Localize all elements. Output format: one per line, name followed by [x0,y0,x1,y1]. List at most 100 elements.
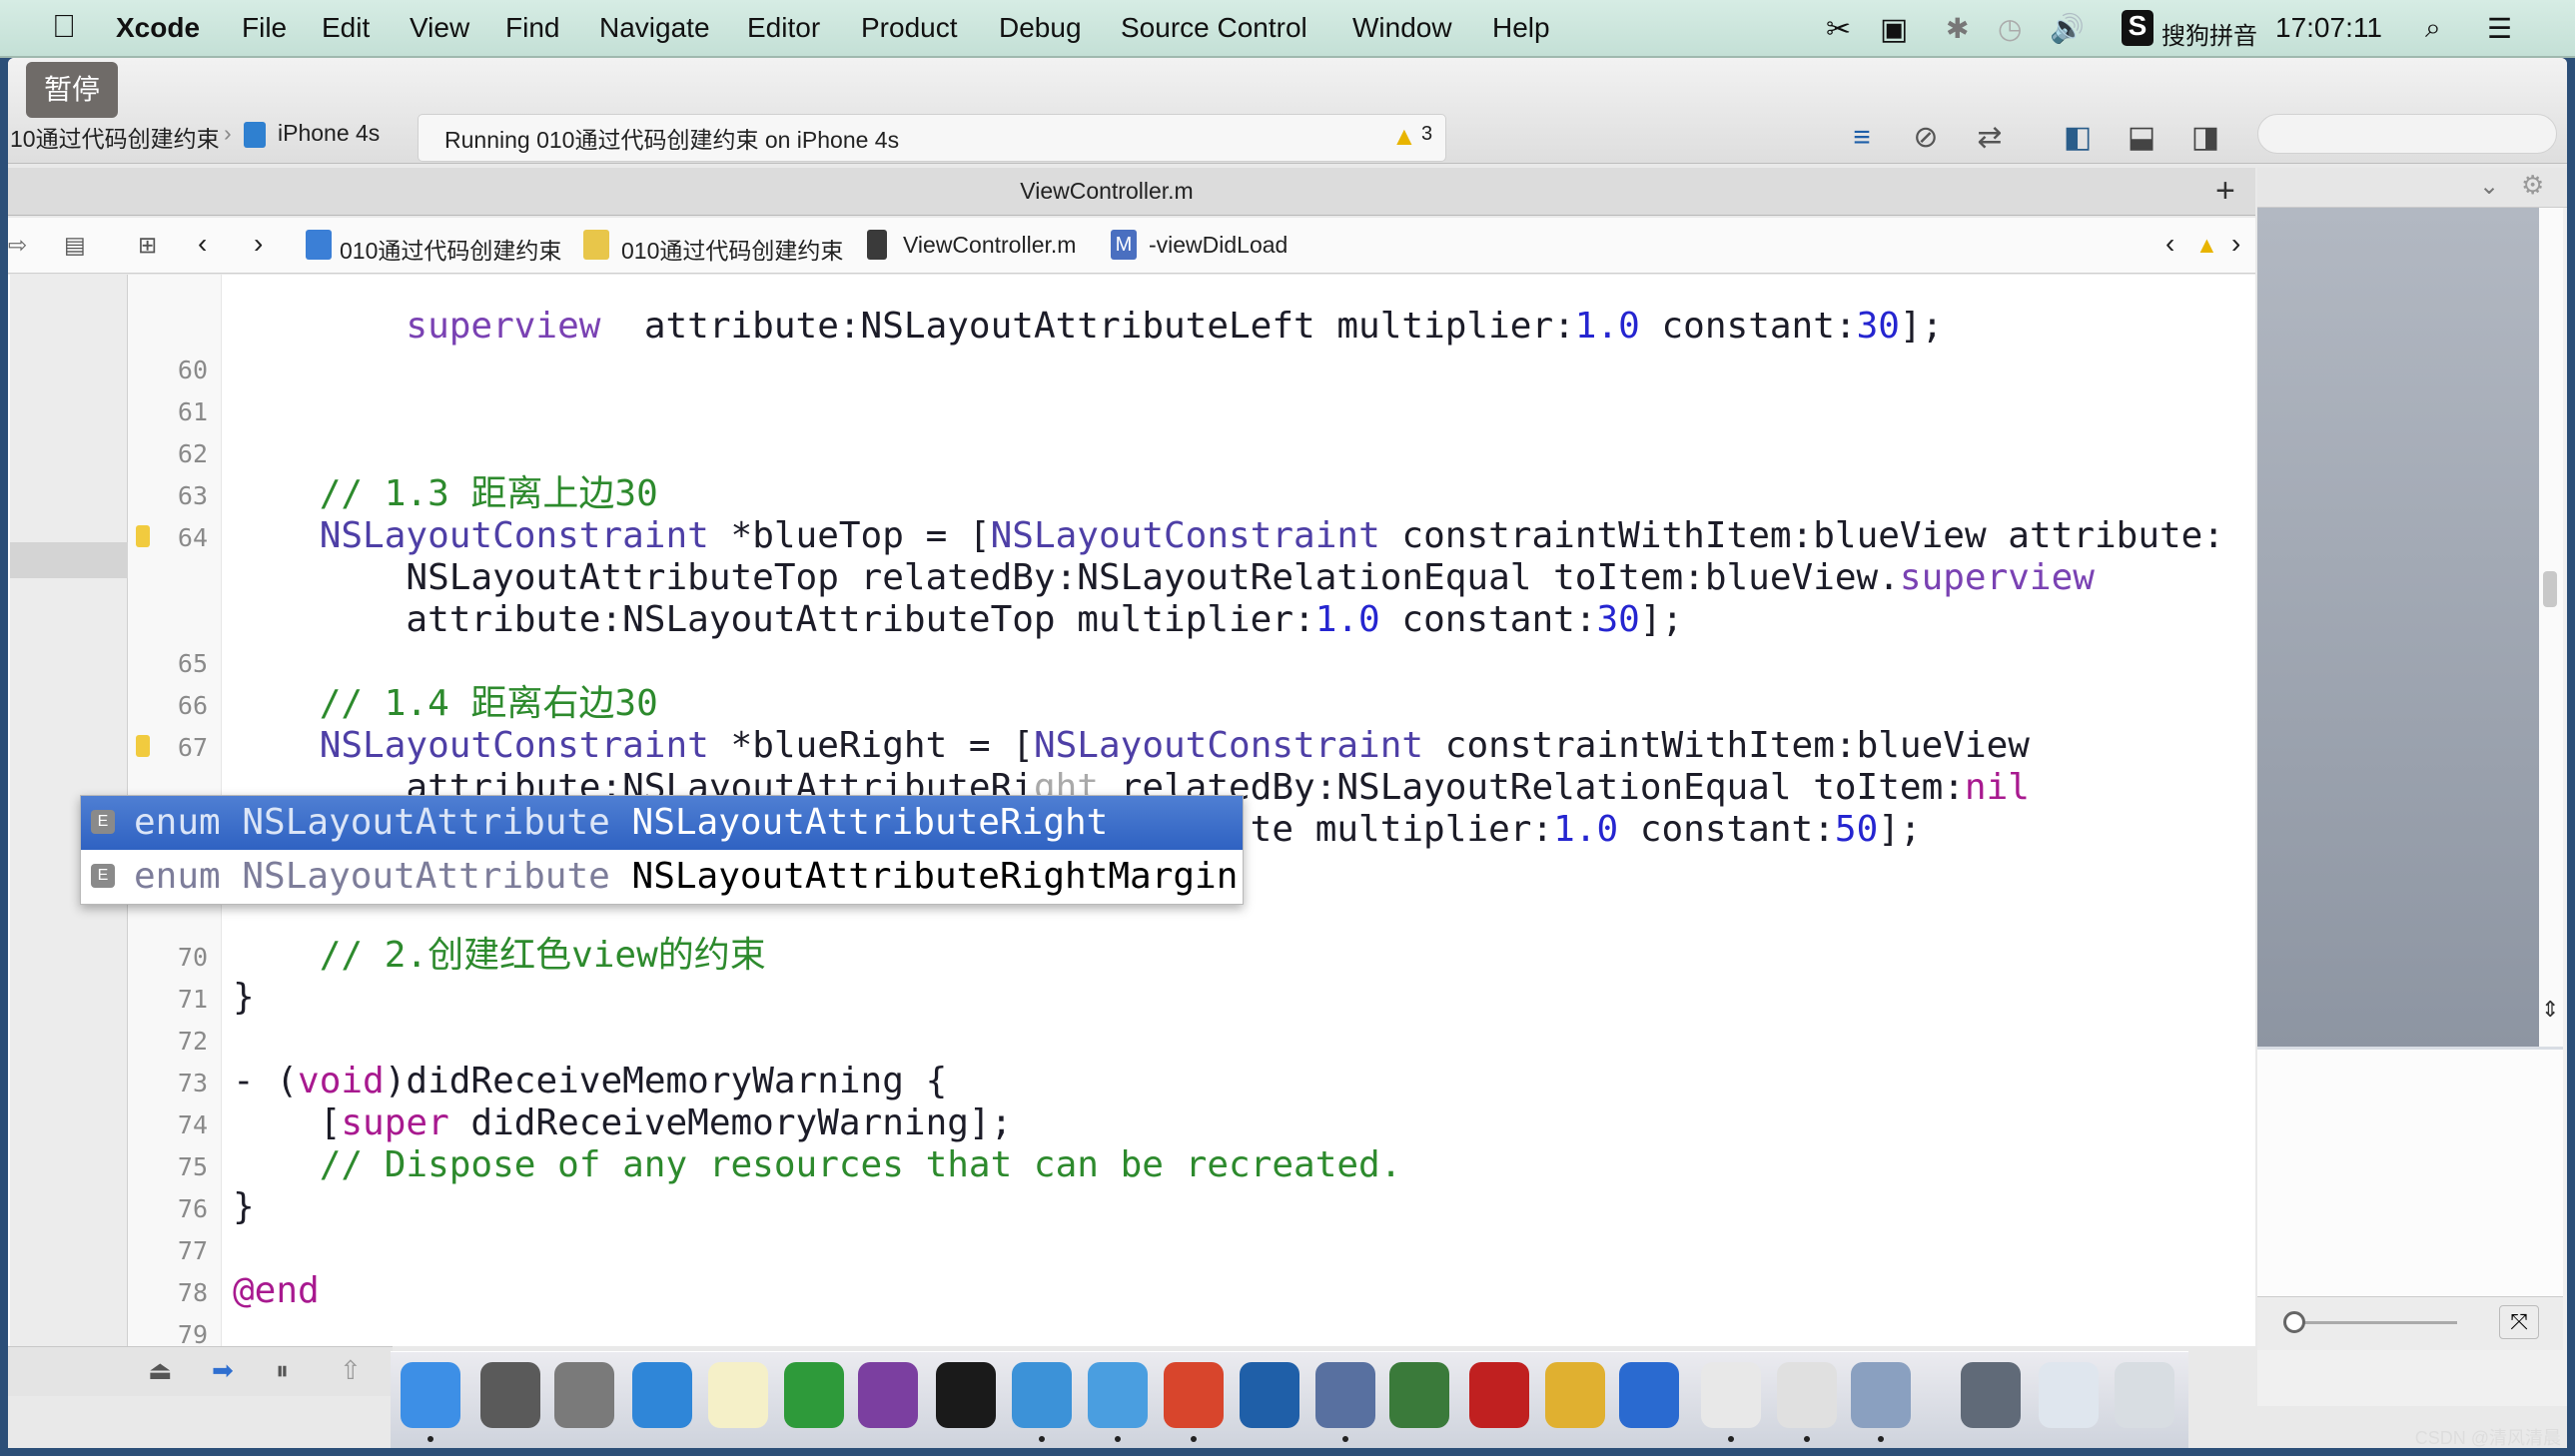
menu-xcode[interactable]: Xcode [116,12,200,44]
code-line[interactable]: 62 [8,431,2255,473]
code-line[interactable]: 65 [8,641,2255,683]
fit-to-screen-icon[interactable]: ⤧ [2499,1305,2539,1339]
utilities-toggle-icon[interactable]: ◨ [2179,118,2231,158]
related-items-icon[interactable]: ⇨ [8,232,27,259]
gear-icon[interactable]: ⚙ [2521,170,2544,201]
code-line[interactable]: 60 [8,348,2255,389]
resize-handle-icon[interactable]: ⇕ [2541,997,2559,1023]
breakpoints-toggle-icon[interactable]: ➡ [212,1355,234,1386]
library-search-input[interactable] [2257,114,2557,154]
menu-view[interactable]: View [410,12,469,44]
chevron-down-icon[interactable]: ⌄ [2479,172,2499,201]
warning-marker-icon[interactable] [136,735,150,757]
menu-file[interactable]: File [242,12,287,44]
screen-record-icon[interactable]: ▣ [1880,12,1908,47]
grid-icon[interactable]: ⊞ [138,232,157,259]
document-icon[interactable] [1777,1362,1837,1428]
word-icon[interactable] [1619,1362,1679,1428]
code-line[interactable]: 77 [8,1228,2255,1270]
notes-icon[interactable] [708,1362,768,1428]
clock[interactable]: 17:07:11 [2275,12,2382,44]
code-line[interactable]: 71} [8,977,2255,1019]
jump-method[interactable]: -viewDidLoad [1149,232,1288,259]
preview-icon[interactable] [1851,1362,1911,1428]
device-selector[interactable]: iPhone 4s [278,120,380,147]
jump-file[interactable]: ViewController.m [903,232,1076,259]
notification-list-icon[interactable]: ☰ [2487,12,2512,45]
instruments-icon[interactable] [1240,1362,1299,1428]
code-line[interactable]: NSLayoutAttributeTop relatedBy:NSLayoutR… [8,557,2255,599]
filezilla-icon[interactable] [1469,1362,1529,1428]
apple-menu-icon[interactable]:  [52,8,76,45]
menu-source-control[interactable]: Source Control [1121,12,1307,44]
zoom-slider-knob[interactable] [2283,1311,2305,1333]
code-line[interactable]: 74 [super didReceiveMemoryWarning]; [8,1102,2255,1144]
warning-marker-icon[interactable] [136,525,150,547]
warning-count[interactable]: 3 [1421,123,1432,146]
navigator-toggle-icon[interactable]: ◧ [2052,118,2104,158]
menu-navigate[interactable]: Navigate [599,12,710,44]
hide-debug-area-icon[interactable]: ⏏ [148,1355,173,1386]
pause-overlay-button[interactable]: 暂停 [26,62,118,118]
code-line[interactable]: 76} [8,1186,2255,1228]
code-line[interactable]: 64 NSLayoutConstraint *blueTop = [NSLayo… [8,515,2255,557]
warning-icon[interactable]: ▲ [1391,121,1417,152]
terminal-icon[interactable] [936,1362,996,1428]
forward-button[interactable]: › [254,228,263,260]
code-line[interactable]: 78 @end [8,1270,2255,1312]
autocomplete-item[interactable]: Eenum NSLayoutAttribute NSLayoutAttribut… [81,850,1243,904]
bluetooth-icon[interactable]: ✱ [1946,12,1969,45]
code-line[interactable]: 63 // 1.3 距离上边30 [8,473,2255,515]
scrollbar[interactable]: ⇕ [2539,208,2563,1047]
scheme-selector[interactable]: 10通过代码创建约束 [10,120,220,154]
menu-help[interactable]: Help [1492,12,1550,44]
input-method[interactable]: 搜狗拼音 [2161,16,2257,51]
tab-viewcontroller-m[interactable]: ViewController.m [8,168,2205,214]
version-editor-icon[interactable]: ⇄ [1964,118,2016,158]
menu-debug[interactable]: Debug [999,12,1082,44]
xcode-icon[interactable] [1012,1362,1072,1428]
jump-group[interactable]: 010通过代码创建约束 [621,232,843,266]
menu-edit[interactable]: Edit [322,12,370,44]
pencil-app-icon[interactable] [1545,1362,1605,1428]
menu-editor[interactable]: Editor [747,12,820,44]
safari-icon[interactable] [632,1362,692,1428]
finder-icon[interactable] [401,1362,460,1428]
screen-sharing-icon[interactable] [1961,1362,2021,1428]
code-line[interactable]: 79 [8,1312,2255,1346]
menu-product[interactable]: Product [861,12,958,44]
code-line[interactable]: 75 // Dispose of any resources that can … [8,1144,2255,1186]
photo-slideshow-icon[interactable] [1315,1362,1375,1428]
code-line[interactable]: 70 // 2.创建红色view的约束 [8,935,2255,977]
network-utility-icon[interactable] [1389,1362,1449,1428]
system-preferences-icon[interactable] [480,1362,540,1428]
onenote-icon[interactable] [858,1362,918,1428]
autocomplete-item[interactable]: Eenum NSLayoutAttribute NSLayoutAttribut… [81,796,1243,850]
code-line[interactable]: superview attribute:NSLayoutAttributeLef… [8,306,2255,348]
step-over-icon[interactable]: ⇧ [340,1355,362,1386]
launchpad-icon[interactable] [554,1362,614,1428]
code-line[interactable]: 61 [8,389,2255,431]
standard-editor-icon[interactable]: ≡ [1836,118,1888,158]
folder-icon[interactable] [1088,1362,1148,1428]
assistant-editor-icon[interactable]: ⊘ [1900,118,1952,158]
powerpoint-icon[interactable] [1164,1362,1224,1428]
code-line[interactable]: 72 [8,1019,2255,1061]
document-icon[interactable] [1701,1362,1761,1428]
previous-issue-button[interactable]: ‹ [2165,228,2174,260]
volume-icon[interactable]: 🔊 [2050,12,2085,45]
next-issue-button[interactable]: › [2231,228,2240,260]
code-line[interactable]: 73 - (void)didReceiveMemoryWarning { [8,1061,2255,1102]
menu-find[interactable]: Find [505,12,559,44]
time-machine-icon[interactable]: ◷ [1998,12,2022,45]
jump-project[interactable]: 010通过代码创建约束 [340,232,561,266]
back-button[interactable]: ‹ [198,228,207,260]
zoom-slider[interactable] [2287,1321,2457,1324]
code-line[interactable]: attribute:NSLayoutAttributeTop multiplie… [8,599,2255,641]
trash-icon[interactable] [2115,1362,2174,1428]
spotlight-search-icon[interactable]: ⌕ [2425,12,2441,45]
downloads-icon[interactable] [2039,1362,2099,1428]
comments-icon[interactable]: ▤ [64,232,86,259]
sogou-icon[interactable]: S [2122,10,2153,46]
code-line[interactable]: 67 NSLayoutConstraint *blueRight = [NSLa… [8,725,2255,767]
